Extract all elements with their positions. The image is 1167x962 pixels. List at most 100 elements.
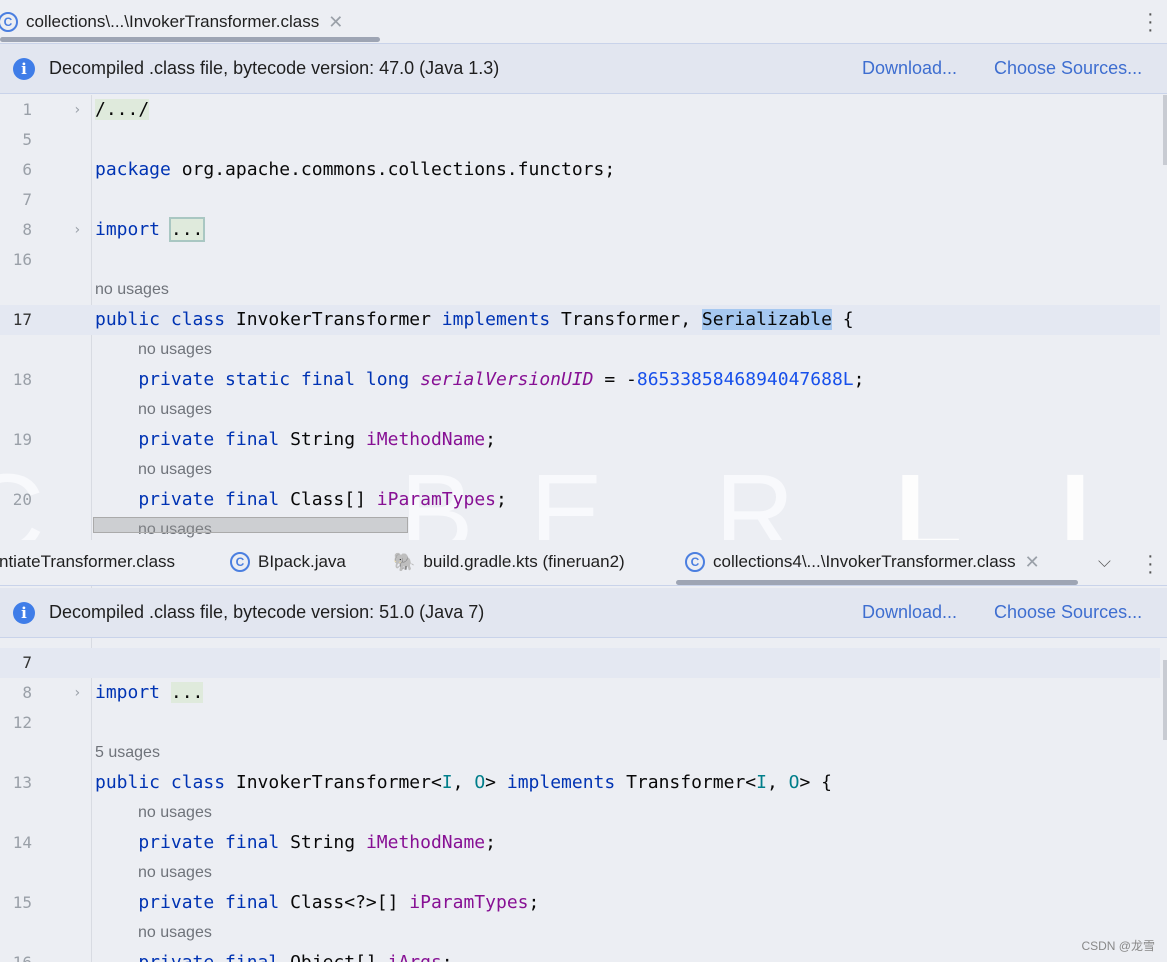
inlay-hint-row: no usages: [0, 275, 1160, 305]
top-code-area[interactable]: C B E R L I 1 ›/.../5 6 package org.apache.…: [0, 95, 1167, 540]
code-token: Transformer<: [615, 772, 757, 793]
inlay-hint-row: 5 usages: [0, 738, 1160, 768]
usages-hint[interactable]: no usages: [138, 798, 212, 828]
usages-hint[interactable]: no usages: [138, 918, 212, 948]
horizontal-scrollbar[interactable]: [93, 517, 408, 533]
code-line: 5: [0, 125, 1160, 155]
code-token: ,: [766, 772, 789, 793]
close-icon[interactable]: ✕: [328, 12, 343, 33]
usages-hint[interactable]: no usages: [95, 275, 169, 305]
code-line: 13 public class InvokerTransformer<I, O> …: [0, 768, 1160, 798]
line-number: 12: [12, 713, 32, 732]
code-line: 16: [0, 245, 1160, 275]
tab-build-gradle[interactable]: 🐘 build.gradle.kts (fineruan2): [393, 540, 625, 584]
code-line: 20 private final Class[] iParamTypes;: [0, 485, 1160, 515]
class-icon: C: [685, 552, 705, 572]
inlay-hint-row: no usages: [0, 918, 1160, 948]
fold-chevron-icon[interactable]: ›: [73, 678, 81, 708]
close-icon[interactable]: ✕: [1025, 552, 1040, 573]
code-token: private final: [95, 952, 279, 962]
code-line: 19 private final String iMethodName;: [0, 425, 1160, 455]
code-token: ...: [168, 217, 206, 242]
tab-label: BIpack.java: [258, 552, 346, 571]
code-token: 8653385846894047688L: [636, 369, 854, 390]
line-number: 7: [22, 653, 32, 672]
code-text: /.../: [95, 95, 150, 125]
bottom-editor-pane: 7 8 › import ... 12 5 usages 13 public class In…: [0, 540, 1167, 962]
banner-text: Decompiled .class file, bytecode version…: [49, 58, 500, 78]
code-token: ;: [485, 832, 496, 853]
tab-instantiate-transformer[interactable]: ntiateTransformer.class: [0, 540, 175, 584]
code-token: import: [95, 219, 161, 240]
class-icon: C: [0, 12, 18, 32]
code-token: ;: [485, 429, 496, 450]
fold-chevron-icon[interactable]: ›: [73, 215, 81, 245]
active-tab-indicator: [0, 37, 380, 42]
line-number: 16: [0, 948, 32, 962]
choose-sources-link[interactable]: Choose Sources...: [994, 602, 1142, 623]
info-icon: i: [13, 57, 35, 80]
code-token: private final: [95, 429, 280, 450]
code-line: 1 › /.../: [0, 95, 1160, 125]
tab-blpack[interactable]: C BIpack.java: [230, 540, 346, 584]
code-token: = -: [593, 369, 637, 390]
more-options-icon[interactable]: · · ·: [1147, 546, 1154, 582]
vertical-scrollbar[interactable]: [1163, 95, 1167, 165]
code-text: package org.apache.commons.collections.f…: [95, 155, 615, 185]
choose-sources-link[interactable]: Choose Sources...: [994, 58, 1142, 79]
top-tab-bar: C collections\...\InvokerTransformer.cla…: [0, 0, 1167, 44]
usages-hint[interactable]: no usages: [138, 395, 212, 425]
code-token: Class<?>[]: [279, 892, 410, 913]
code-token: ...: [170, 682, 204, 703]
code-token: I: [756, 772, 767, 793]
decompiled-banner: i Decompiled .class file, bytecode versi…: [0, 588, 1167, 638]
code-line: 14 private final String iMethodName;: [0, 828, 1160, 858]
more-options-icon[interactable]: · · ·: [1147, 4, 1154, 40]
code-token: Object[]: [279, 952, 387, 962]
usages-hint[interactable]: no usages: [138, 455, 212, 485]
code-text: public class InvokerTransformer implemen…: [95, 305, 854, 335]
code-line: 7: [0, 648, 1160, 678]
code-token: private final: [95, 892, 280, 913]
line-number: 20: [12, 490, 32, 509]
tab-invoker-transformer-collections4[interactable]: C collections4\...\InvokerTransformer.cl…: [685, 540, 1040, 584]
code-text: private final String iMethodName;: [95, 425, 496, 455]
code-line: 8 › import ...: [0, 678, 1160, 708]
code-text: import ...: [95, 678, 204, 708]
vertical-scrollbar[interactable]: [1163, 660, 1167, 740]
bottom-tab-bar: ntiateTransformer.class C BIpack.java 🐘 …: [0, 540, 1167, 586]
fold-chevron-icon[interactable]: ›: [73, 95, 81, 125]
code-line: 8 › import ...: [0, 215, 1160, 245]
code-token: >: [485, 772, 507, 793]
line-number: 16: [12, 250, 32, 269]
code-token: iParamTypes: [376, 489, 496, 510]
code-text: private final String iMethodName;: [95, 828, 496, 858]
line-number: 8: [22, 220, 32, 239]
line-number: 8: [22, 683, 32, 702]
tab-list-dropdown[interactable]: ⌵: [1098, 540, 1111, 584]
code-token: private static final long: [95, 369, 410, 390]
line-number: 15: [12, 893, 32, 912]
code-text: private final Class<?>[] iParamTypes;: [95, 888, 539, 918]
code-text: import ...: [95, 215, 206, 245]
code-token: Transformer,: [550, 309, 702, 330]
usages-hint[interactable]: no usages: [138, 858, 212, 888]
usages-hint[interactable]: 5 usages: [95, 738, 160, 768]
tab-label: collections4\...\InvokerTransformer.clas…: [713, 552, 1016, 571]
tab-label: ntiateTransformer.class: [0, 552, 176, 571]
code-token: InvokerTransformer: [225, 309, 442, 330]
download-link[interactable]: Download...: [862, 602, 957, 623]
line-number: 17: [12, 310, 32, 329]
chevron-down-icon: ⌵: [1098, 552, 1111, 571]
line-number: 5: [22, 130, 32, 149]
banner-text: Decompiled .class file, bytecode version…: [49, 602, 485, 622]
code-token: ;: [442, 952, 453, 962]
code-line: 18 private static final long serialVersi…: [0, 365, 1160, 395]
code-token: InvokerTransformer<: [225, 772, 442, 793]
code-token: iMethodName: [365, 832, 486, 853]
usages-hint[interactable]: no usages: [138, 335, 212, 365]
download-link[interactable]: Download...: [862, 58, 957, 79]
code-token: ;: [528, 892, 540, 913]
